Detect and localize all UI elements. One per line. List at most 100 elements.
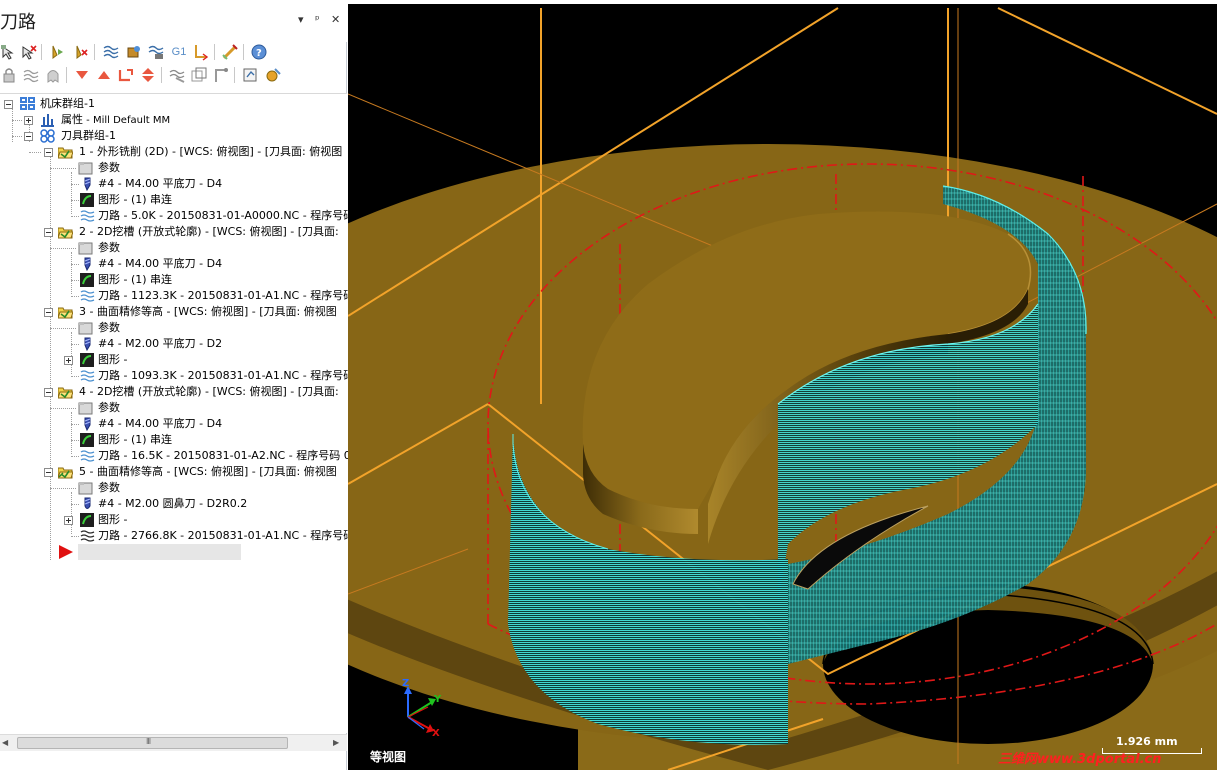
- expander-icon[interactable]: [24, 116, 33, 125]
- scroll-right-icon[interactable]: ▶: [333, 738, 343, 748]
- tree-item-toolgroup[interactable]: 刀具群组-1: [0, 128, 347, 144]
- params-folder-icon: [78, 401, 93, 415]
- insert-arrow-icon: [58, 545, 73, 559]
- tree-item-params[interactable]: 参数: [0, 400, 347, 416]
- tree-item-operation-1[interactable]: 1 - 外形铣削 (2D) - [WCS: 俯视图] - [刀具面: 俯视图: [0, 144, 347, 160]
- tree-item-geometry[interactable]: 图形 -: [0, 352, 347, 368]
- misc-icon[interactable]: [264, 66, 282, 84]
- lock-icon[interactable]: [0, 66, 18, 84]
- toolpath-label: 刀路 - 1123.3K - 20150831-01-A1.NC - 程序号码: [98, 289, 355, 302]
- help-icon[interactable]: ?: [250, 43, 268, 61]
- params-label: 参数: [98, 241, 120, 254]
- regenerate-dirty-icon[interactable]: [72, 43, 90, 61]
- bullnose-endmill-icon: [80, 497, 95, 511]
- scroll-left-icon[interactable]: ◀: [2, 738, 12, 748]
- show-icon[interactable]: [190, 66, 208, 84]
- tree-item-params[interactable]: 参数: [0, 320, 347, 336]
- axis-z-label: Z: [402, 678, 409, 689]
- expander-icon[interactable]: [24, 132, 33, 141]
- backplot-icon[interactable]: [102, 43, 120, 61]
- geometry-label: 图形 -: [98, 513, 128, 526]
- expander-icon[interactable]: [44, 468, 53, 477]
- tree-item-tool[interactable]: #4 - M4.00 平底刀 - D4: [0, 416, 347, 432]
- operation-title: 4 - 2D挖槽 (开放式轮廓) - [WCS: 俯视图] - [刀具面:: [79, 385, 339, 398]
- expander-icon[interactable]: [44, 388, 53, 397]
- tool-label: #4 - M4.00 平底刀 - D4: [98, 417, 223, 430]
- expander-icon[interactable]: [44, 308, 53, 317]
- expander-icon[interactable]: [64, 356, 73, 365]
- tree-item-tool[interactable]: #4 - M4.00 平底刀 - D4: [0, 256, 347, 272]
- scroll-icon[interactable]: [139, 66, 157, 84]
- verify-icon[interactable]: [125, 43, 143, 61]
- tree-item-geometry[interactable]: 图形 - (1) 串连: [0, 192, 347, 208]
- axis-y-label: Y: [433, 694, 442, 705]
- toolpath-icon: [80, 529, 95, 543]
- tool-label: #4 - M4.00 平底刀 - D4: [98, 177, 223, 190]
- tool-only-icon[interactable]: [212, 66, 230, 84]
- move-up-icon[interactable]: [95, 66, 113, 84]
- expander-icon[interactable]: [44, 148, 53, 157]
- close-panel-button[interactable]: ✕: [331, 14, 340, 26]
- tree-item-tool[interactable]: #4 - M2.00 圆鼻刀 - D2R0.2: [0, 496, 347, 512]
- params-label: 参数: [98, 321, 120, 334]
- tree-item-machine-group[interactable]: 机床群组-1: [0, 96, 347, 112]
- operation-title: 2 - 2D挖槽 (开放式轮廓) - [WCS: 俯视图] - [刀具面:: [79, 225, 339, 238]
- toolpath-only-icon[interactable]: [168, 66, 186, 84]
- axis-x-label: X: [432, 728, 440, 739]
- toolpath-label: 刀路 - 2766.8K - 20150831-01-A1.NC - 程序号码: [98, 529, 355, 542]
- tree-item-params[interactable]: 参数: [0, 480, 347, 496]
- tree-item-tool[interactable]: #4 - M2.00 平底刀 - D2: [0, 336, 347, 352]
- params-folder-icon: [78, 321, 93, 335]
- tree-item-toolpath[interactable]: 刀路 - 5.0K - 20150831-01-A0000.NC - 程序号码: [0, 208, 354, 224]
- panel-header: 刀路 ▾ ᵖ ✕: [0, 0, 347, 42]
- regenerate-selected-icon[interactable]: [48, 43, 66, 61]
- toolbar-row-1: G1 ?: [0, 41, 347, 63]
- simulate-icon[interactable]: [147, 43, 165, 61]
- tree-item-properties[interactable]: 属性 - Mill Default MM: [0, 112, 347, 128]
- insert-arrow-icon[interactable]: [117, 66, 135, 84]
- tool-label: #4 - M2.00 平底刀 - D2: [98, 337, 223, 350]
- graphics-viewport[interactable]: Z Y X 等视图 1.926 mm 三维网www.3dportal.cn: [348, 4, 1217, 770]
- tree-item-operation-4[interactable]: 4 - 2D挖槽 (开放式轮廓) - [WCS: 俯视图] - [刀具面:: [0, 384, 347, 400]
- expander-icon[interactable]: [4, 100, 13, 109]
- tree-item-tool[interactable]: #4 - M4.00 平底刀 - D4: [0, 176, 347, 192]
- endmill-icon: [80, 257, 95, 272]
- toolpath-label: 刀路 - 1093.3K - 20150831-01-A1.NC - 程序号码: [98, 369, 355, 382]
- move-down-icon[interactable]: [73, 66, 91, 84]
- operation-folder-icon: [57, 465, 74, 479]
- tree-item-params[interactable]: 参数: [0, 240, 347, 256]
- tree-item-toolpath[interactable]: 刀路 - 2766.8K - 20150831-01-A1.NC - 程序号码: [0, 528, 354, 544]
- operation-folder-icon: [57, 145, 74, 159]
- params-folder-icon: [78, 161, 93, 175]
- toolpath-label: 刀路 - 16.5K - 20150831-01-A2.NC - 程序号码 0: [98, 449, 351, 462]
- tree-item-toolpath[interactable]: 刀路 - 1123.3K - 20150831-01-A1.NC - 程序号码: [0, 288, 354, 304]
- pin-button[interactable]: ᵖ: [315, 14, 320, 26]
- edit-icon[interactable]: [242, 66, 260, 84]
- toggle-display-icon[interactable]: [22, 66, 40, 84]
- post-g1-icon[interactable]: G1: [170, 43, 188, 61]
- tree-item-toolpath[interactable]: 刀路 - 16.5K - 20150831-01-A2.NC - 程序号码 0: [0, 448, 351, 464]
- tree-item-operation-3[interactable]: 3 - 曲面精修等高 - [WCS: 俯视图] - [刀具面: 俯视图: [0, 304, 347, 320]
- highfeed-icon[interactable]: [192, 43, 210, 61]
- select-failed-ops-icon[interactable]: [20, 43, 38, 61]
- tree-item-params[interactable]: 参数: [0, 160, 347, 176]
- tree-item-geometry[interactable]: 图形 - (1) 串连: [0, 272, 347, 288]
- horizontal-scrollbar[interactable]: ◀ III ▶: [0, 734, 347, 751]
- tree-insert-position[interactable]: [0, 544, 347, 560]
- tree-item-toolpath[interactable]: 刀路 - 1093.3K - 20150831-01-A1.NC - 程序号码: [0, 368, 354, 384]
- select-all-ops-icon[interactable]: [0, 43, 18, 61]
- geometry-icon: [80, 433, 95, 447]
- tree-item-operation-5[interactable]: 5 - 曲面精修等高 - [WCS: 俯视图] - [刀具面: 俯视图: [0, 464, 347, 480]
- tree-item-geometry[interactable]: 图形 - (1) 串连: [0, 432, 347, 448]
- expander-icon[interactable]: [64, 516, 73, 525]
- panel-menu-button[interactable]: ▾: [298, 14, 304, 26]
- delete-all-icon[interactable]: [221, 43, 239, 61]
- scrollbar-thumb[interactable]: III: [17, 737, 288, 749]
- ghost-icon[interactable]: [44, 66, 62, 84]
- expander-icon[interactable]: [44, 228, 53, 237]
- tree-item-operation-2[interactable]: 2 - 2D挖槽 (开放式轮廓) - [WCS: 俯视图] - [刀具面:: [0, 224, 347, 240]
- tool-label: #4 - M2.00 圆鼻刀 - D2R0.2: [98, 497, 248, 510]
- geometry-icon: [80, 513, 95, 527]
- toolpath-label: 刀路 - 5.0K - 20150831-01-A0000.NC - 程序号码: [98, 209, 355, 222]
- tree-item-geometry[interactable]: 图形 -: [0, 512, 347, 528]
